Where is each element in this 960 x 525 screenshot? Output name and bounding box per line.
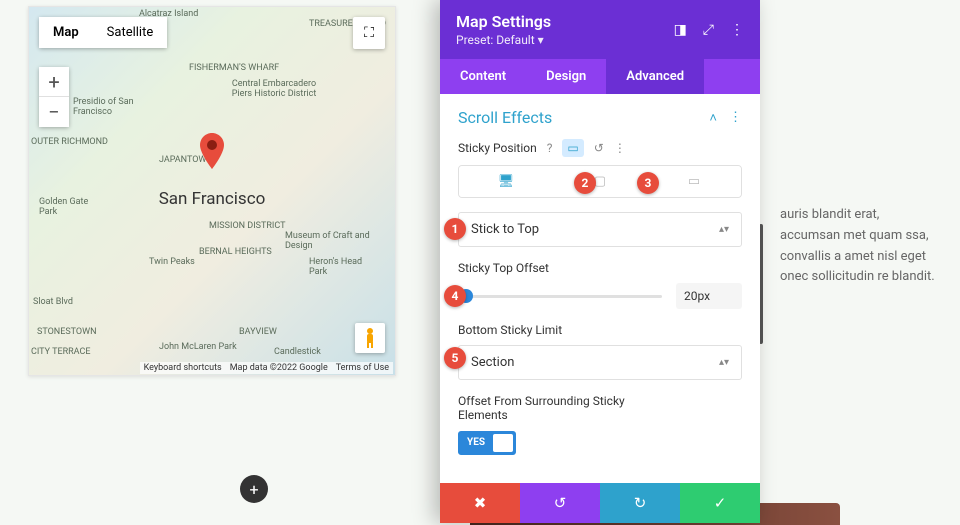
field-more-icon[interactable]: ⋮ — [614, 141, 626, 155]
page-body-text: auris blandit erat, accumsan met quam ss… — [780, 205, 940, 288]
map-label: FISHERMAN'S WHARF — [189, 63, 279, 73]
sticky-top-offset-label: Sticky Top Offset — [458, 261, 549, 275]
map-city-label: San Francisco — [159, 189, 266, 209]
device-desktop-button[interactable]: 🖥 — [459, 166, 553, 197]
pegman-icon[interactable] — [355, 323, 385, 353]
map-label: John McLaren Park — [159, 342, 237, 352]
annotation-3: 3 — [637, 172, 659, 194]
map-label: Candlestick — [274, 347, 321, 357]
bottom-limit-value: Section — [471, 355, 514, 370]
toggle-yes-label: YES — [459, 437, 485, 448]
fullscreen-button[interactable]: ⛶ — [353, 17, 385, 49]
tab-advanced[interactable]: Advanced — [606, 59, 704, 94]
terms-link[interactable]: Terms of Use — [336, 363, 389, 373]
hover-toggle-icon[interactable]: ◨ — [674, 22, 687, 38]
tabs: Content Design Advanced — [440, 59, 760, 94]
section-header[interactable]: Scroll Effects ˄ ⋮ — [440, 94, 760, 133]
annotation-2: 2 — [574, 172, 596, 194]
annotation-4: 4 — [444, 285, 466, 307]
map-attribution: Keyboard shortcuts Map data ©2022 Google… — [140, 362, 393, 374]
map-label: Presidio of San Francisco — [73, 97, 143, 117]
zoom-control: + − — [39, 67, 69, 127]
collapse-icon[interactable]: ˄ — [709, 110, 717, 126]
map-label: MISSION DISTRICT — [209, 221, 285, 231]
annotation-5: 5 — [444, 347, 466, 369]
map-label: Twin Peaks — [149, 257, 195, 267]
section-more-icon[interactable]: ⋮ — [729, 110, 742, 125]
offset-surrounding-toggle[interactable]: YES — [458, 431, 516, 455]
map-widget: Map Satellite ⛶ + − San Francisco Keyboa… — [28, 6, 396, 376]
map-type-toggle: Map Satellite — [39, 17, 167, 48]
bottom-limit-select[interactable]: Section ▴▾ — [458, 345, 742, 380]
cancel-button[interactable]: ✖ — [440, 483, 520, 523]
map-label: BERNAL HEIGHTS — [199, 247, 272, 257]
offset-surrounding-label: Offset From Surrounding Sticky Elements — [458, 394, 638, 422]
map-label: OUTER RICHMOND — [31, 137, 108, 147]
panel-footer: ✖ ↺ ↻ ✓ — [440, 483, 760, 523]
stick-to-top-select[interactable]: Stick to Top ▴▾ — [458, 212, 742, 247]
device-phone-button[interactable]: ▭ — [647, 166, 741, 197]
settings-panel: Map Settings Preset: Default ▾ ◨ ⤢ ⋮ Con… — [440, 0, 760, 523]
select-arrows-icon: ▴▾ — [719, 358, 729, 368]
sticky-offset-value[interactable]: 20px — [676, 283, 742, 309]
device-tablet-button[interactable]: ▢ — [553, 166, 647, 197]
undo-button[interactable]: ↺ — [520, 483, 600, 523]
map-label: CITY TERRACE — [31, 347, 90, 357]
tab-content[interactable]: Content — [440, 59, 526, 94]
panel-header: Map Settings Preset: Default ▾ ◨ ⤢ ⋮ — [440, 0, 760, 59]
bottom-limit-label: Bottom Sticky Limit — [458, 323, 562, 337]
map-label: STONESTOWN — [37, 327, 97, 337]
sticky-position-label: Sticky Position — [458, 141, 537, 155]
annotation-1: 1 — [444, 218, 466, 240]
expand-icon[interactable]: ⤢ — [703, 22, 714, 38]
stick-to-top-value: Stick to Top — [471, 222, 539, 237]
zoom-in-button[interactable]: + — [39, 67, 69, 97]
panel-body: Sticky Position ? ▭ ↺ ⋮ 🖥 ▢ ▭ 2 3 1 Stic… — [440, 133, 760, 483]
section-title: Scroll Effects — [458, 108, 552, 127]
device-toggle: 🖥 ▢ ▭ 2 3 — [458, 165, 742, 198]
map-label: Heron's Head Park — [309, 257, 369, 277]
map-marker-icon[interactable] — [200, 133, 224, 173]
map-label: Golden Gate Park — [39, 197, 89, 217]
select-arrows-icon: ▴▾ — [719, 225, 729, 235]
responsive-icon[interactable]: ▭ — [562, 139, 583, 157]
map-label: Museum of Craft and Design — [285, 231, 375, 251]
redo-button[interactable]: ↻ — [600, 483, 680, 523]
map-canvas[interactable]: Map Satellite ⛶ + − San Francisco Keyboa… — [29, 7, 395, 375]
help-icon[interactable]: ? — [547, 141, 553, 155]
keyboard-shortcuts-link[interactable]: Keyboard shortcuts — [144, 363, 222, 373]
panel-title: Map Settings — [456, 12, 551, 31]
map-data-label: Map data ©2022 Google — [230, 363, 328, 373]
tab-design[interactable]: Design — [526, 59, 606, 94]
map-label: BAYVIEW — [239, 327, 277, 337]
sticky-offset-slider[interactable] — [458, 295, 662, 298]
add-module-button[interactable]: + — [240, 475, 268, 503]
panel-preset-dropdown[interactable]: Preset: Default ▾ — [456, 33, 551, 47]
zoom-out-button[interactable]: − — [39, 97, 69, 127]
more-icon[interactable]: ⋮ — [730, 22, 744, 38]
save-button[interactable]: ✓ — [680, 483, 760, 523]
map-type-map[interactable]: Map — [39, 17, 93, 48]
reset-icon[interactable]: ↺ — [594, 141, 604, 155]
map-type-satellite[interactable]: Satellite — [93, 17, 168, 48]
map-label: Sloat Blvd — [33, 297, 73, 307]
map-label: Central Embarcadero Piers Historic Distr… — [229, 79, 319, 99]
